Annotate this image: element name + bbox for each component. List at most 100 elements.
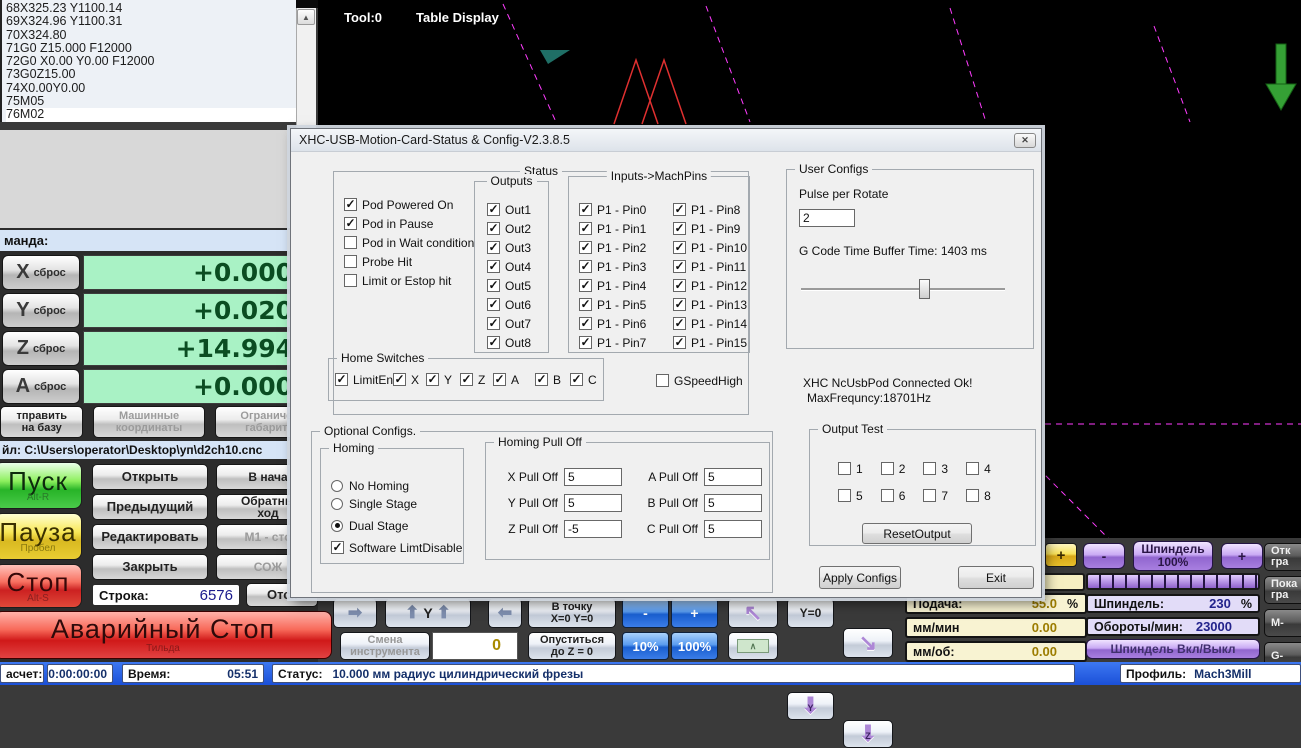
output-test-checkbox-row[interactable]: 2 (880, 462, 905, 476)
ref-z-button[interactable]: ⬇ Z (843, 720, 893, 748)
a-axis-indicator-button[interactable]: ∧ (728, 632, 778, 660)
status-checkbox-row[interactable]: Pod Powered On (344, 198, 474, 212)
axis-reset-button[interactable]: Z сброс (2, 331, 80, 366)
ref-y-button[interactable]: ⬇ Y (787, 692, 834, 720)
input-checkbox-row[interactable]: P1 - Pin6 (579, 317, 646, 331)
output-test-checkbox-row[interactable]: 1 (838, 462, 863, 476)
gcode-scrollbar[interactable] (296, 8, 316, 130)
axis-dro-value[interactable]: +0.020 (83, 293, 318, 328)
input-checkbox-row[interactable]: P1 - Pin15 (673, 336, 747, 350)
jog-right-button[interactable]: ➡ (333, 598, 377, 628)
axis-dro-value[interactable]: +0.000 (83, 369, 318, 404)
run-button[interactable]: Стоп Alt-S (0, 564, 82, 608)
gcode-listing[interactable]: 68X325.23 Y1100.14 69X324.96 Y1100.31 70X3… (0, 0, 296, 122)
ref-diag-button[interactable]: ↘ (843, 628, 893, 658)
edge-button[interactable]: Пока гра (1264, 576, 1301, 604)
spindle-minus-button[interactable]: - (1083, 543, 1125, 569)
pull-off-input[interactable] (704, 468, 762, 486)
input-checkbox-row[interactable]: P1 - Pin13 (673, 298, 747, 312)
status-checkbox-row[interactable]: Limit or Estop hit (344, 274, 474, 288)
input-checkbox-row[interactable]: P1 - Pin9 (673, 222, 747, 236)
file-button[interactable]: Открыть (92, 464, 208, 490)
output-test-checkbox-row[interactable]: 7 (923, 489, 948, 503)
home-checkbox-row[interactable]: Y (426, 373, 452, 387)
gspeedhigh-checkbox-row[interactable]: GSpeedHigh (656, 374, 743, 388)
home-checkbox-row[interactable]: A (493, 373, 519, 387)
axis-reset-button[interactable]: A сброс (2, 369, 80, 404)
file-button[interactable]: Редактировать (92, 524, 208, 550)
run-button[interactable]: Пауза Пробел (0, 513, 82, 560)
single-stage-radio-row[interactable]: Single Stage (331, 497, 417, 511)
input-checkbox-row[interactable]: P1 - Pin11 (673, 260, 747, 274)
status-checkbox-row[interactable]: Pod in Pause (344, 217, 474, 231)
axis-reset-button[interactable]: Y сброс (2, 293, 80, 328)
jog-10pct-button[interactable]: 10% (622, 632, 669, 660)
axis-dro-value[interactable]: +0.000 (83, 255, 318, 290)
reset-output-button[interactable]: ResetOutput (862, 523, 972, 544)
output-checkbox-row[interactable]: Out1 (487, 203, 531, 217)
status-checkbox-row[interactable]: Probe Hit (344, 255, 474, 269)
home-checkbox-row[interactable]: B (535, 373, 561, 387)
goto-z-zero-button[interactable]: Опуститься до Z = 0 (528, 632, 616, 660)
pull-off-input[interactable] (564, 520, 622, 538)
spindle-100pct-button[interactable]: Шпиндель 100% (1133, 541, 1213, 571)
home-checkbox-row[interactable]: Z (460, 373, 485, 387)
output-checkbox-row[interactable]: Out4 (487, 260, 531, 274)
goto-xy-zero-button[interactable]: В точку X=0 Y=0 (528, 598, 616, 628)
pull-off-input[interactable] (564, 468, 622, 486)
pulse-per-rotate-input[interactable] (799, 209, 855, 227)
spindle-toggle-button[interactable]: Шпиндель Вкл/Выкл (1086, 639, 1260, 659)
output-test-checkbox-row[interactable]: 5 (838, 489, 863, 503)
jog-100pct-button[interactable]: 100% (671, 632, 718, 660)
output-checkbox-row[interactable]: Out3 (487, 241, 531, 255)
file-button[interactable]: Предыдущий (92, 494, 208, 520)
input-checkbox-row[interactable]: P1 - Pin14 (673, 317, 747, 331)
dialog-title[interactable]: XHC-USB-Motion-Card-Status & Config-V2.3… (291, 129, 1041, 152)
scroll-up-icon[interactable]: ▲ (297, 9, 315, 25)
exit-button[interactable]: Exit (958, 566, 1034, 589)
output-checkbox-row[interactable]: Out7 (487, 317, 531, 331)
dual-stage-radio-row[interactable]: Dual Stage (331, 519, 408, 533)
buffer-time-slider[interactable] (801, 279, 1005, 299)
machine-button[interactable]: Машинные координаты (93, 406, 205, 438)
output-checkbox-row[interactable]: Out8 (487, 336, 531, 350)
input-checkbox-row[interactable]: P1 - Pin12 (673, 279, 747, 293)
output-test-checkbox-row[interactable]: 6 (880, 489, 905, 503)
status-checkbox-row[interactable]: Pod in Wait condition (344, 236, 474, 250)
spindle-plus-button[interactable]: + (1221, 543, 1263, 569)
jog-step-plus-button[interactable]: + (671, 598, 718, 628)
axis-reset-button[interactable]: X сброс (2, 255, 80, 290)
pull-off-input[interactable] (704, 520, 762, 538)
output-checkbox-row[interactable]: Out5 (487, 279, 531, 293)
input-checkbox-row[interactable]: P1 - Pin5 (579, 298, 646, 312)
input-checkbox-row[interactable]: P1 - Pin1 (579, 222, 646, 236)
input-checkbox-row[interactable]: P1 - Pin0 (579, 203, 646, 217)
input-checkbox-row[interactable]: P1 - Pin8 (673, 203, 747, 217)
close-icon[interactable]: ✕ (1014, 133, 1036, 148)
software-limit-checkbox-row[interactable]: Software LimtDisable (331, 541, 462, 555)
pull-off-input[interactable] (564, 494, 622, 512)
home-checkbox-row[interactable]: X (393, 373, 419, 387)
output-test-checkbox-row[interactable]: 4 (966, 462, 991, 476)
ref-x-button[interactable]: ↖ (728, 598, 778, 628)
jog-y-plus-button[interactable]: ⬆ Y ⬆ (385, 598, 471, 628)
pull-off-input[interactable] (704, 494, 762, 512)
feed-plus-button[interactable]: + (1045, 543, 1077, 567)
run-button[interactable]: Пуск Alt-R (0, 462, 82, 509)
input-checkbox-row[interactable]: P1 - Pin3 (579, 260, 646, 274)
home-checkbox-row[interactable]: LimitEn (335, 373, 393, 387)
edge-button[interactable]: Отк гра (1264, 543, 1301, 571)
output-checkbox-row[interactable]: Out2 (487, 222, 531, 236)
apply-configs-button[interactable]: Apply Configs (819, 566, 901, 589)
jog-left-button[interactable]: ⬅ (488, 598, 522, 628)
input-checkbox-row[interactable]: P1 - Pin4 (579, 279, 646, 293)
y-zero-button[interactable]: Y=0 (787, 598, 834, 628)
emergency-stop-button[interactable]: Аварийный Стоп Тильда (0, 611, 332, 659)
no-homing-radio-row[interactable]: No Homing (331, 479, 409, 493)
output-test-checkbox-row[interactable]: 3 (923, 462, 948, 476)
slider-thumb[interactable] (919, 279, 930, 299)
machine-button[interactable]: тправить на базу (0, 406, 84, 438)
home-checkbox-row[interactable]: C (570, 373, 597, 387)
axis-dro-value[interactable]: +14.994 (83, 331, 318, 366)
jog-step-minus-button[interactable]: - (622, 598, 669, 628)
